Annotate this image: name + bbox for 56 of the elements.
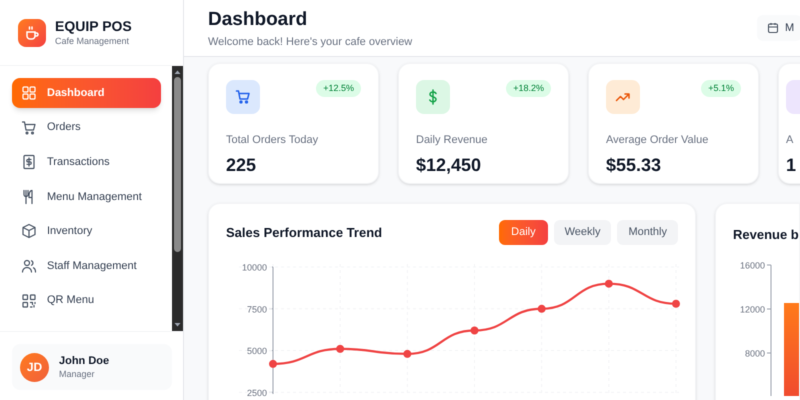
- tick-label: 10000: [242, 262, 267, 272]
- tick-label: 8000: [744, 348, 765, 358]
- stat-label: Total Orders Today: [226, 133, 320, 148]
- data-point: [470, 326, 478, 334]
- scroll-up-arrow-icon[interactable]: [174, 69, 181, 75]
- data-point: [269, 360, 277, 368]
- stat-value: 225: [226, 154, 258, 176]
- stat-label: Daily Revenue: [416, 133, 489, 148]
- scrollbar[interactable]: [172, 66, 183, 331]
- stat-value: 1: [786, 154, 798, 176]
- page-title: Dashboard: [208, 8, 308, 32]
- nav-item[interactable]: Staff Management: [12, 250, 161, 281]
- tick-label: 2500: [246, 388, 267, 398]
- calendar-icon: [767, 22, 779, 34]
- data-point: [538, 304, 546, 313]
- grid-icon: [21, 85, 37, 101]
- stat-label: A: [786, 133, 794, 148]
- user-role: Manager: [59, 368, 96, 380]
- nav-item[interactable]: Inventory: [12, 216, 161, 246]
- nav-item[interactable]: Transactions: [12, 147, 161, 178]
- stat-label: Average Order Value: [606, 133, 710, 148]
- nav-item[interactable]: Menu Management: [12, 182, 161, 212]
- tick-label: 16000: [740, 260, 765, 270]
- data-point: [336, 344, 344, 353]
- stat-value: $55.33: [606, 154, 662, 176]
- logo-icon: [18, 18, 46, 46]
- change-badge: +5.1%: [701, 80, 741, 97]
- user-name: John Doe: [59, 354, 110, 368]
- stat-value: $12,450: [416, 154, 482, 176]
- date-button[interactable]: M: [757, 15, 800, 41]
- box-icon: [21, 223, 37, 240]
- user-card[interactable]: JD John Doe Manager: [12, 344, 172, 390]
- period-tab[interactable]: Weekly: [554, 220, 612, 245]
- nav-item[interactable]: Orders: [12, 112, 161, 143]
- chart-title: Sales Performance Trend: [226, 224, 382, 242]
- nav-item[interactable]: QR Menu: [12, 286, 161, 316]
- data-point: [403, 350, 412, 358]
- tick-label: 5000: [246, 346, 267, 356]
- tick-label: 7500: [246, 304, 267, 314]
- change-badge: +18.2%: [506, 80, 551, 97]
- period-tab[interactable]: Monthly: [617, 220, 678, 245]
- cart-icon: [21, 120, 37, 136]
- brand-name: EQUIP POS: [55, 18, 132, 35]
- tick-label: 12000: [740, 304, 765, 314]
- data-point: [672, 300, 680, 308]
- scroll-down-arrow-icon[interactable]: [174, 322, 181, 328]
- qr-code-icon: [21, 292, 37, 309]
- page-subtitle: Welcome back! Here's your cafe overview: [208, 35, 414, 50]
- people-icon: [21, 258, 37, 274]
- brand-subtitle: Cafe Management: [55, 35, 130, 47]
- cart-icon: [235, 89, 251, 105]
- chart-title: Revenue b: [733, 227, 799, 242]
- avatar: JD: [20, 352, 49, 382]
- receipt-icon: [21, 154, 37, 170]
- change-badge: +12.5%: [316, 80, 361, 97]
- data-point: [604, 280, 613, 288]
